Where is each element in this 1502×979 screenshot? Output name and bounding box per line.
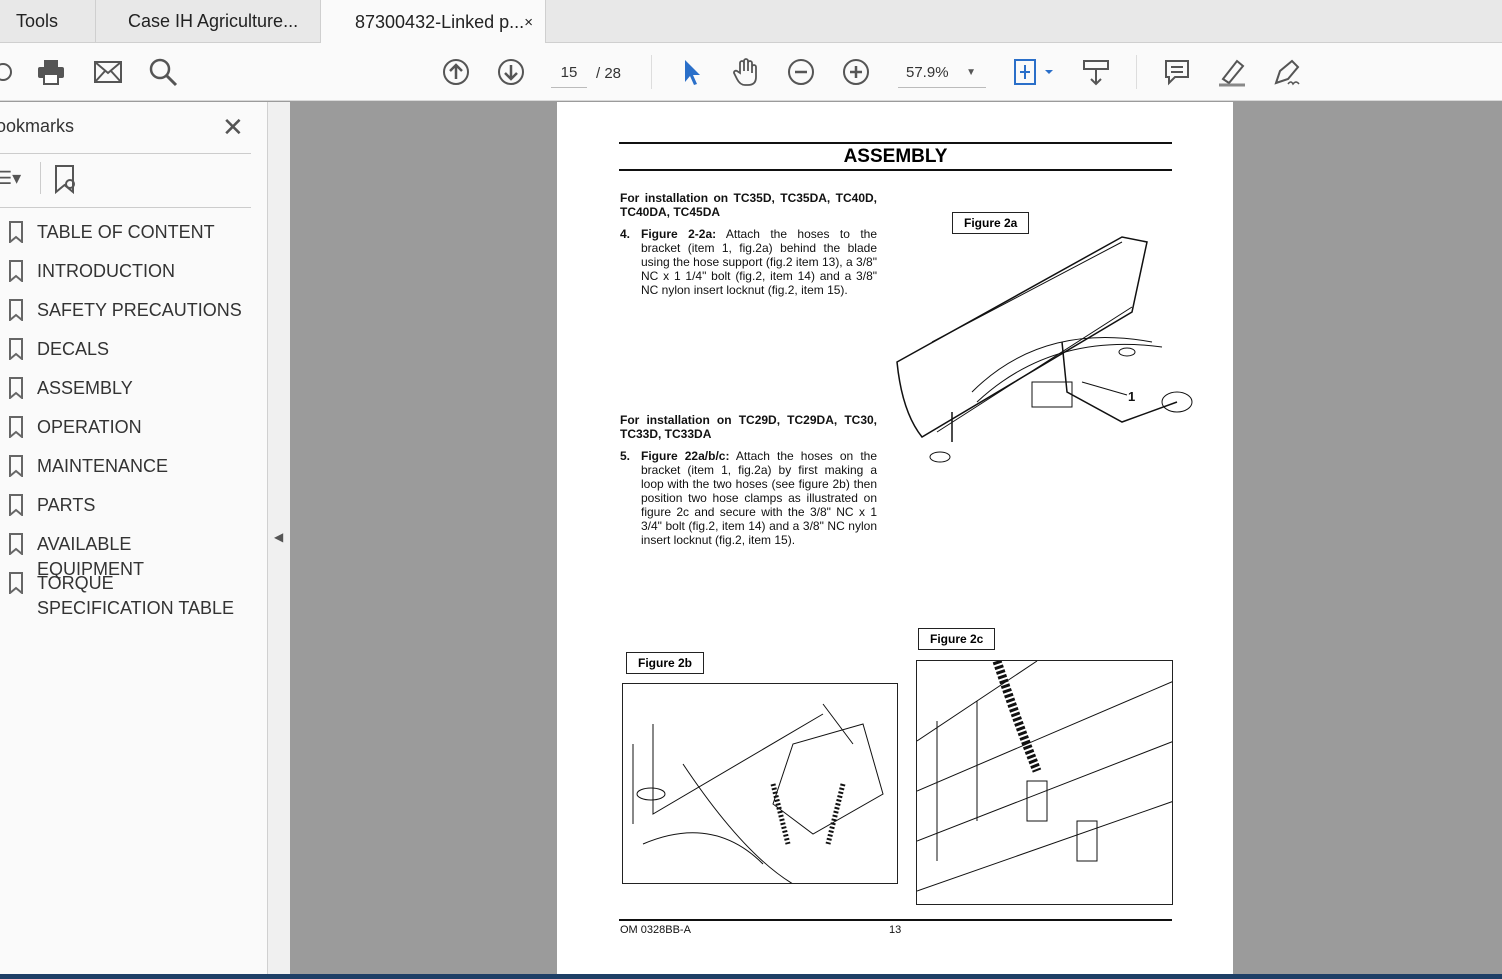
- divider: [0, 207, 251, 208]
- bookmark-item[interactable]: MAINTENANCE: [8, 455, 242, 479]
- step5-lead: Figure 22a/b/c:: [641, 449, 730, 463]
- zoom-in-icon[interactable]: [841, 57, 871, 87]
- chevron-left-icon[interactable]: ◀: [274, 530, 283, 544]
- bookmark-item[interactable]: ASSEMBLY: [8, 377, 242, 401]
- bookmark-icon: [9, 494, 23, 516]
- pdf-page: ASSEMBLY For installation on TC35D, TC35…: [557, 102, 1233, 979]
- tab-bar: Tools Case IH Agriculture... 87300432-Li…: [0, 0, 1502, 44]
- bookmark-options-icon[interactable]: ☰▾: [0, 168, 21, 189]
- cloud-upload-icon[interactable]: [0, 57, 18, 87]
- figure-2b-illustration: [622, 683, 898, 884]
- bookmark-icon: [9, 533, 23, 555]
- figure-2c-label: Figure 2c: [918, 628, 996, 650]
- footer-doc-code: OM 0328BB-A: [620, 924, 691, 936]
- bookmark-label: DECALS: [37, 339, 110, 359]
- select-cursor-icon[interactable]: [676, 57, 706, 87]
- figure-2a-label: Figure 2a: [952, 212, 1030, 234]
- comment-icon[interactable]: [1162, 57, 1192, 87]
- bookmark-item[interactable]: TORQUE SPECIFICATION TABLE: [8, 572, 242, 621]
- close-tab-icon[interactable]: ×: [524, 14, 533, 31]
- zoom-level-select[interactable]: 57.9% ▼: [898, 61, 986, 88]
- bookmark-item[interactable]: DECALS: [8, 338, 242, 362]
- tab-current-document[interactable]: 87300432-Linked p... ×: [321, 0, 546, 44]
- section1-title: For installation on TC35D, TC35DA, TC40D…: [620, 191, 877, 219]
- tab-label: Tools: [16, 11, 59, 31]
- tab-tools[interactable]: Tools: [0, 0, 96, 43]
- step5-body: Attach the hoses on the bracket (item 1,…: [641, 449, 877, 547]
- bookmark-item[interactable]: TABLE OF CONTENT: [8, 221, 242, 245]
- panel-collapse-handle[interactable]: ◀: [268, 102, 290, 979]
- print-icon[interactable]: [36, 57, 66, 87]
- footer-page-number: 13: [889, 924, 902, 936]
- section2-title: For installation on TC29D, TC29DA, TC30,…: [620, 413, 877, 441]
- rule: [619, 919, 1172, 921]
- tab-label: 87300432-Linked p...: [355, 11, 525, 32]
- step4-text: Figure 2-2a: Attach the hoses to the bra…: [641, 227, 877, 297]
- tab-label: Case IH Agriculture...: [128, 11, 299, 31]
- divider: [40, 162, 41, 194]
- section-heading: ASSEMBLY: [843, 146, 948, 167]
- bookmark-label: MAINTENANCE: [37, 456, 169, 476]
- search-icon[interactable]: [148, 57, 178, 87]
- figure-2a-illustration: [896, 236, 1193, 463]
- step4-lead: Figure 2-2a:: [641, 227, 717, 241]
- zoom-out-icon[interactable]: [786, 57, 816, 87]
- figure-2c-illustration: [916, 660, 1173, 905]
- divider: [0, 153, 251, 154]
- sign-icon[interactable]: [1272, 57, 1302, 87]
- rule: [619, 142, 1172, 144]
- previous-page-icon[interactable]: [441, 57, 471, 87]
- bookmark-label: OPERATION: [37, 417, 142, 437]
- divider: [651, 55, 652, 89]
- bookmark-icon: [9, 377, 23, 399]
- chevron-down-icon: ▼: [966, 67, 976, 78]
- bookmark-label: ASSEMBLY: [37, 378, 133, 398]
- bookmark-item[interactable]: SAFETY PRECAUTIONS: [8, 299, 242, 323]
- step5-text: Figure 22a/b/c: Attach the hoses on the …: [641, 449, 877, 547]
- email-icon[interactable]: [93, 57, 123, 87]
- hand-tool-icon[interactable]: [731, 57, 761, 87]
- callout-1: 1: [1128, 389, 1136, 404]
- bookmark-label: TABLE OF CONTENT: [37, 222, 215, 242]
- add-bookmark-icon[interactable]: [53, 164, 79, 199]
- bookmark-icon: [9, 572, 23, 594]
- bookmark-icon: [9, 221, 23, 243]
- bookmark-icon: [9, 299, 23, 321]
- bookmark-label: TORQUE SPECIFICATION TABLE: [37, 573, 235, 618]
- bookmark-label: PARTS: [37, 495, 96, 515]
- figure-2b-label: Figure 2b: [626, 652, 705, 674]
- bookmark-label: SAFETY PRECAUTIONS: [37, 300, 242, 320]
- fit-page-icon[interactable]: [1011, 57, 1057, 87]
- bookmark-icon: [9, 260, 23, 282]
- bookmark-item[interactable]: INTRODUCTION: [8, 260, 242, 284]
- tab-case-ih[interactable]: Case IH Agriculture...: [96, 0, 321, 43]
- bookmarks-panel: ookmarks ✕ ☰▾ TABLE OF CONTENT INTRODUCTI…: [0, 102, 268, 979]
- toolbar: 15 / 28 57.9% ▼: [0, 43, 1502, 101]
- page-number-input[interactable]: 15: [551, 61, 587, 88]
- zoom-value: 57.9%: [906, 64, 949, 81]
- step4-number: 4.: [620, 227, 631, 241]
- step5-number: 5.: [620, 449, 631, 463]
- page-total: / 28: [596, 65, 622, 82]
- divider: [1136, 55, 1137, 89]
- bookmark-item[interactable]: PARTS: [8, 494, 242, 518]
- bookmark-icon: [9, 338, 23, 360]
- taskbar-edge: [0, 974, 1502, 979]
- bookmark-label: INTRODUCTION: [37, 261, 175, 281]
- bookmark-item[interactable]: OPERATION: [8, 416, 242, 440]
- scroll-mode-icon[interactable]: [1081, 57, 1111, 87]
- next-page-icon[interactable]: [496, 57, 526, 87]
- highlight-pen-icon[interactable]: [1217, 57, 1247, 87]
- close-panel-icon[interactable]: ✕: [222, 112, 244, 143]
- bookmarks-title: ookmarks: [0, 116, 75, 136]
- bookmark-icon: [9, 455, 23, 477]
- bookmark-icon: [9, 416, 23, 438]
- rule: [619, 169, 1172, 171]
